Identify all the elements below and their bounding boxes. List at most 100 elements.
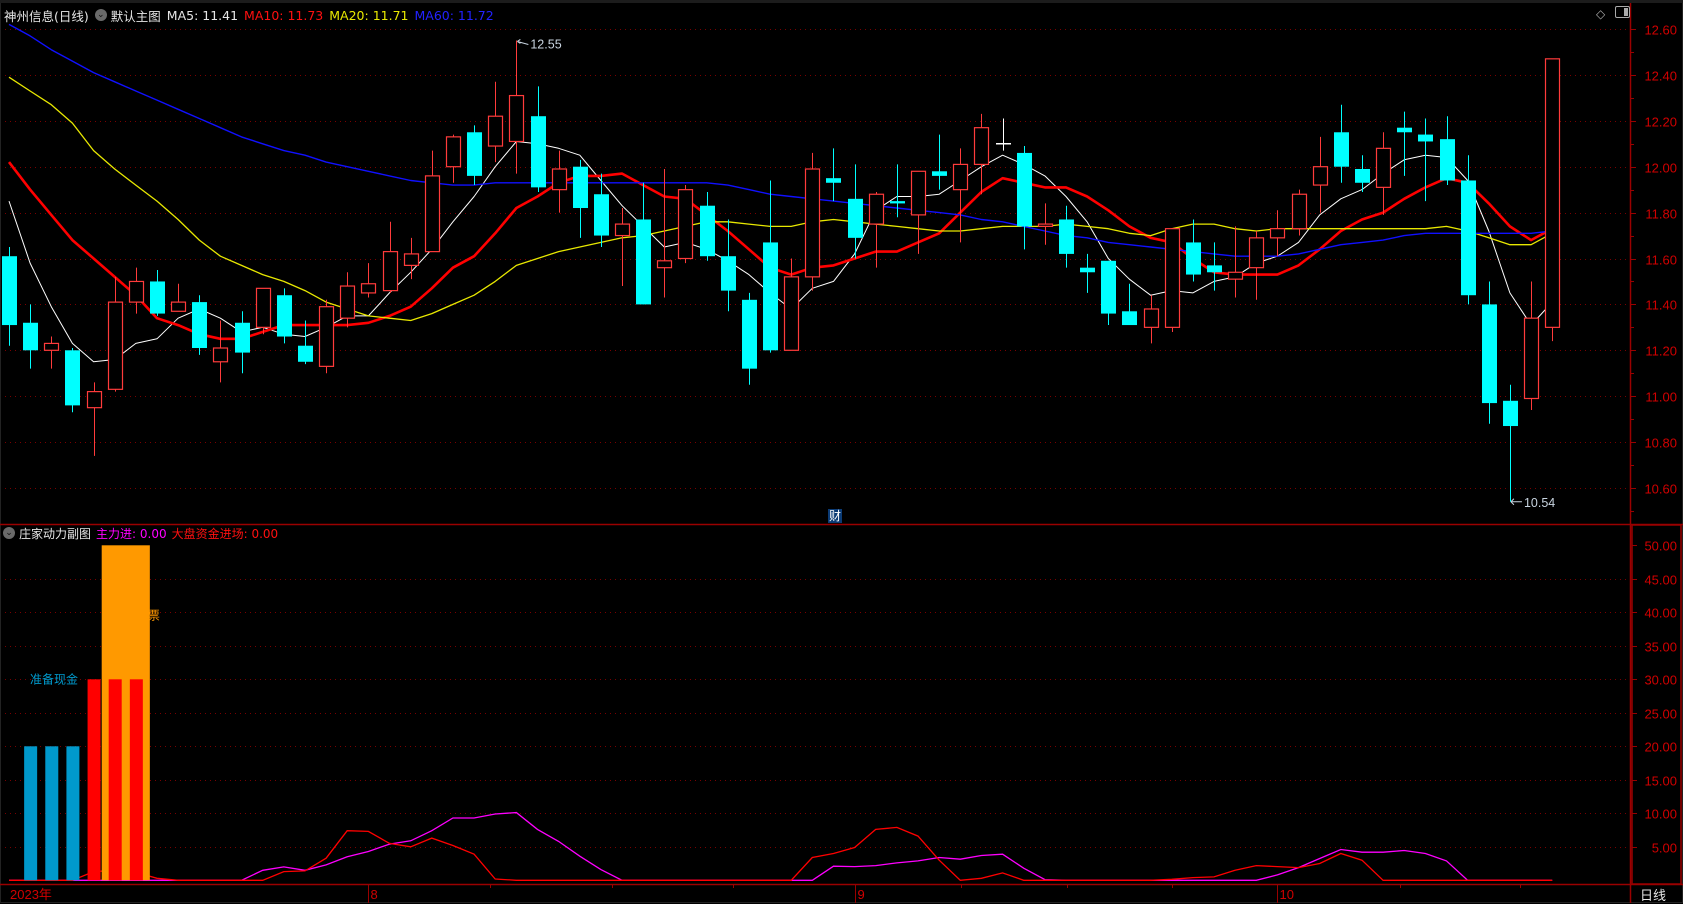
sub-lines: [9, 811, 1553, 881]
sub-tick-label: 15.00: [1644, 774, 1677, 789]
candle-up: [445, 136, 462, 168]
price-tick-label: 11.80: [1645, 207, 1677, 222]
sub-bars: 准备现金 票: [24, 545, 160, 881]
candle-up: [614, 223, 631, 237]
candle-down: [763, 242, 778, 351]
candle-down: [932, 171, 947, 176]
period-label[interactable]: 日线: [1640, 885, 1666, 904]
candle-up: [1037, 223, 1054, 227]
ma5-value: MA5: 11.41: [166, 7, 239, 23]
market-in-line: [9, 826, 1553, 881]
cash-bar: [45, 746, 59, 881]
price-tick-label: 12.40: [1644, 69, 1677, 84]
candle-down: [235, 322, 250, 353]
main-in-value: 主力进: 0.00: [96, 526, 167, 541]
price-tick-label: 12.60: [1644, 23, 1677, 38]
candle-up: [804, 168, 821, 278]
candle-down: [1122, 311, 1137, 326]
candle-up: [508, 94, 525, 143]
candle-up: [1544, 58, 1561, 328]
candle-up: [43, 342, 60, 351]
candle-up: [656, 260, 673, 269]
sub-tick-label: 40.00: [1644, 606, 1677, 621]
sub-chart-title[interactable]: 庄家动力副图: [19, 525, 91, 542]
red-bar: [108, 679, 122, 881]
candle-down: [848, 198, 863, 238]
candle-down: [573, 166, 588, 209]
candle-down: [467, 132, 482, 176]
arrow-icon: [517, 39, 529, 45]
chevron-down-icon[interactable]: ⌄: [3, 527, 15, 539]
candle-up: [1291, 193, 1308, 230]
candle-up: [677, 189, 694, 260]
template-selector[interactable]: 默认主图: [111, 6, 161, 25]
candle-up: [868, 193, 885, 225]
candle-down: [23, 322, 38, 351]
candle-up: [360, 283, 377, 294]
price-tick-label: 11.60: [1645, 253, 1677, 268]
finance-marker[interactable]: 财: [828, 509, 842, 523]
candle-up: [403, 253, 420, 266]
candle-up: [424, 175, 441, 253]
ma20-value: MA20: 11.71: [329, 7, 409, 23]
ma10-value: MA10: 11.73: [244, 7, 324, 23]
kline-chart[interactable]: 准备现金 票 12.60 12.40 12.20 12.00 11.80 11.60 11.4…: [0, 0, 1683, 903]
candle-up: [783, 276, 800, 351]
candle-up: [86, 391, 103, 409]
main-chart-header: 神州信息(日线) ⌄ 默认主图 MA5: 11.41 MA10: 11.73 M…: [4, 5, 500, 25]
candle-up: [1375, 147, 1392, 188]
price-tick-label: 10.80: [1644, 436, 1677, 451]
window-toggle-icon[interactable]: [1615, 6, 1630, 18]
candle-down: [890, 201, 905, 204]
sub-tick-label: 10.00: [1644, 807, 1677, 822]
market-in-value: 大盘资金进场: 0.00: [171, 526, 279, 541]
candle-down: [721, 256, 736, 291]
price-tick-label: 12.20: [1644, 115, 1677, 130]
cash-bar: [66, 746, 80, 881]
candle-up: [339, 285, 356, 319]
candle-down: [1334, 132, 1349, 167]
candle-down: [2, 256, 17, 326]
candle-down: [1080, 267, 1095, 273]
diamond-icon[interactable]: ◇: [1596, 7, 1605, 21]
price-tick-label: 11.00: [1645, 390, 1677, 405]
sub-grid: [0, 579, 1626, 848]
candle-down: [1017, 152, 1032, 227]
candle-down: [1482, 304, 1497, 404]
sub-tick-label: 35.00: [1644, 640, 1677, 655]
main-in-line: [9, 811, 1553, 881]
chevron-down-icon[interactable]: ⌄: [94, 9, 107, 21]
candle-up: [128, 280, 145, 303]
red-bar: [87, 679, 101, 881]
candle-up: [107, 301, 124, 390]
candle-up: [910, 170, 927, 216]
price-tick-label: 11.40: [1645, 298, 1677, 313]
candle-up: [973, 127, 990, 166]
price-tick-label: 12.00: [1644, 161, 1677, 176]
candle-down: [1397, 127, 1412, 133]
candle-down: [1207, 265, 1222, 273]
candle-down: [298, 345, 313, 362]
candle-up: [318, 306, 335, 367]
candle-down: [1503, 400, 1518, 427]
candle-down: [1186, 242, 1201, 275]
candle-down: [150, 281, 165, 314]
date-label: 10: [1280, 887, 1294, 902]
price-tick-label: 11.20: [1645, 344, 1677, 359]
candle-down: [700, 205, 715, 257]
red-bar: [129, 679, 143, 881]
top-strip: [0, 0, 1683, 3]
candle-down: [1461, 180, 1476, 296]
marks: 12.55 10.54: [517, 37, 1555, 510]
candle-up: [1312, 166, 1329, 186]
arrow-icon: [1510, 498, 1522, 506]
candle-down: [742, 299, 757, 369]
date-label: 9: [858, 887, 865, 902]
candle-up: [1269, 228, 1286, 239]
ready-cash-label: 准备现金: [30, 671, 78, 686]
date-label: 2023年: [10, 887, 52, 902]
candle-down: [636, 219, 651, 305]
sub-tick-label: 25.00: [1644, 707, 1677, 722]
ticket-label: 票: [148, 608, 160, 622]
candle-down: [1355, 168, 1370, 183]
